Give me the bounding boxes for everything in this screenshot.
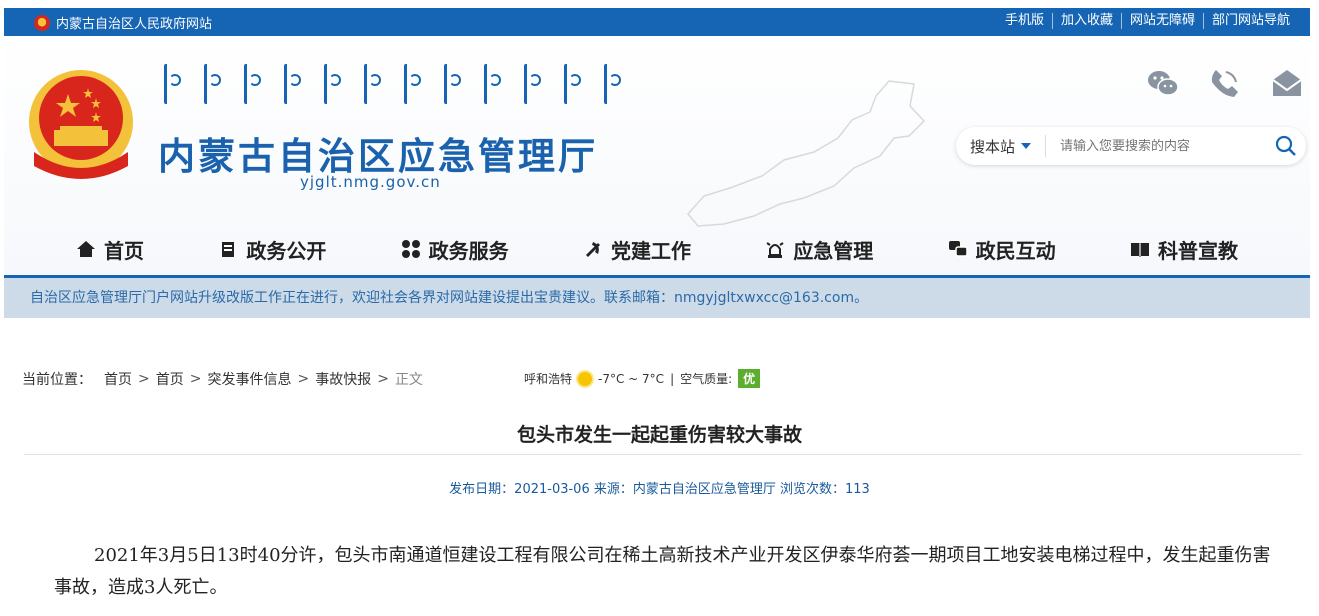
caret-down-icon — [1021, 143, 1032, 149]
top-links: 手机版 加入收藏 网站无障碍 部门网站导航 — [997, 13, 1298, 29]
breadcrumb-separator: > — [189, 371, 202, 387]
emblem-logo — [29, 70, 133, 179]
document-icon — [222, 242, 235, 257]
header-icons — [1146, 66, 1304, 100]
search-scope-label: 搜本站 — [970, 137, 1016, 156]
breadcrumb-separator: > — [138, 371, 150, 387]
gov-site-label: 内蒙古自治区人民政府网站 — [56, 17, 213, 32]
mongolian-script-title — [164, 64, 621, 104]
article-meta: 发布日期：2021-03-06 来源：内蒙古自治区应急管理厅 浏览次数：113 — [449, 482, 870, 497]
breadcrumb-home-2[interactable]: 首页 — [156, 369, 184, 389]
notice-banner: 自治区应急管理厅门户网站升级改版工作正在进行，欢迎社会各界对网站建设提出宝贵建议… — [4, 278, 1310, 318]
breadcrumb: 当前位置： 首页 > 首页 > 突发事件信息 > 事故快报 > 正文 — [22, 369, 423, 389]
breadcrumb-home[interactable]: 首页 — [104, 369, 132, 389]
breadcrumb-incident-info[interactable]: 突发事件信息 — [207, 369, 291, 389]
party-emblem-icon — [585, 242, 600, 257]
site-title: 内蒙古自治区应急管理厅 — [158, 135, 598, 178]
search-scope-select[interactable]: 搜本站 — [956, 135, 1046, 157]
weather-city: 呼和浩特 — [524, 372, 573, 386]
nav-item-home[interactable]: 首页 — [76, 226, 144, 272]
phone-icon[interactable] — [1208, 66, 1242, 100]
top-bar: 内蒙古自治区人民政府网站 手机版 加入收藏 网站无障碍 部门网站导航 — [4, 8, 1310, 36]
breadcrumb-separator: > — [377, 371, 389, 387]
main-nav: 首页 政务公开 政务服务 党建工作 应急管理 政民互动 科普宣教 — [4, 226, 1310, 272]
weather-divider: | — [670, 371, 675, 386]
chat-icon — [948, 241, 968, 257]
nav-item-interaction[interactable]: 政民互动 — [948, 226, 1056, 272]
sun-icon — [578, 371, 593, 386]
grid-icon — [401, 240, 420, 258]
mobile-link[interactable]: 手机版 — [997, 13, 1052, 29]
dept-nav-link[interactable]: 部门网站导航 — [1202, 13, 1298, 29]
national-emblem-icon — [34, 14, 50, 31]
accessibility-link[interactable]: 网站无障碍 — [1120, 13, 1203, 29]
nav-item-gov-info[interactable]: 政务公开 — [218, 226, 326, 272]
aqi-label: 空气质量: — [680, 372, 733, 386]
wechat-icon[interactable] — [1146, 66, 1180, 100]
search-input[interactable] — [1060, 138, 1266, 154]
book-icon — [1130, 243, 1149, 257]
aqi-badge: 优 — [738, 369, 761, 388]
weather-widget: 呼和浩特 -7°C ~ 7°C | 空气质量: 优 — [524, 369, 761, 388]
nav-item-emergency[interactable]: 应急管理 — [765, 226, 873, 272]
nav-item-party[interactable]: 党建工作 — [583, 226, 691, 272]
article-title: 包头市发生一起起重伤害较大事故 — [516, 424, 802, 446]
gov-site-link[interactable]: 内蒙古自治区人民政府网站 — [34, 13, 212, 32]
home-icon — [77, 241, 95, 257]
site-header: 内蒙古自治区应急管理厅 yjglt.nmg.gov.cn 搜本站 请输入您要搜索… — [4, 36, 1310, 276]
search-button[interactable] — [1266, 135, 1306, 157]
mail-icon[interactable] — [1270, 66, 1304, 100]
search-box: 搜本站 — [956, 127, 1306, 165]
article-divider — [24, 454, 1302, 455]
breadcrumb-current: 正文 — [394, 372, 423, 388]
nav-item-science[interactable]: 科普宣教 — [1130, 226, 1238, 272]
breadcrumb-separator: > — [297, 371, 310, 387]
nav-item-gov-service[interactable]: 政务服务 — [401, 226, 509, 272]
breadcrumb-label: 当前位置： — [22, 372, 92, 388]
alarm-icon — [766, 242, 784, 258]
breadcrumb-accident-report[interactable]: 事故快报 — [315, 369, 371, 389]
article-body: 2021年3月5日13时40分许，包头市南通道恒建设工程有限公司在稀土高新技术产… — [54, 545, 1271, 598]
favorite-link[interactable]: 加入收藏 — [1051, 13, 1121, 29]
search-icon — [1275, 135, 1296, 156]
weather-temp: -7°C ~ 7°C — [598, 371, 665, 386]
site-domain: yjglt.nmg.gov.cn — [300, 173, 441, 191]
